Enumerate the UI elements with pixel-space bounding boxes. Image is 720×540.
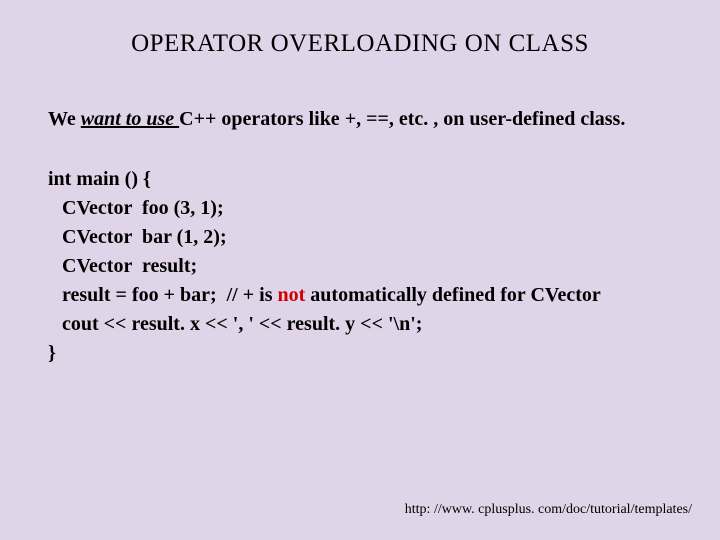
intro-post: C++ operators like +, ==, etc. , on user… xyxy=(179,108,625,130)
footer-url: http: //www. cplusplus. com/doc/tutorial… xyxy=(405,502,692,518)
intro-underlined: want to use xyxy=(81,108,179,130)
code-line-7: } xyxy=(48,339,672,368)
code-line-6: cout << result. x << ', ' << result. y <… xyxy=(48,310,672,339)
code-line-5-red: not xyxy=(277,284,305,306)
intro-pre: We xyxy=(48,108,81,130)
code-line-3: CVector bar (1, 2); xyxy=(48,223,672,252)
code-line-4: CVector result; xyxy=(48,252,672,281)
code-line-2: CVector foo (3, 1); xyxy=(48,194,672,223)
slide-container: OPERATOR OVERLOADING ON CLASS We want to… xyxy=(0,0,720,540)
code-line-5b: automatically defined for CVector xyxy=(305,284,601,306)
code-line-5: result = foo + bar; // + is not automati… xyxy=(48,281,672,310)
slide-title: OPERATOR OVERLOADING ON CLASS xyxy=(48,30,672,58)
code-line-1: int main () { xyxy=(48,165,672,194)
code-block: int main () { CVector foo (3, 1); CVecto… xyxy=(48,165,672,368)
intro-sentence: We want to use C++ operators like +, ==,… xyxy=(48,108,672,131)
code-line-5a: result = foo + bar; // + is xyxy=(62,284,277,306)
